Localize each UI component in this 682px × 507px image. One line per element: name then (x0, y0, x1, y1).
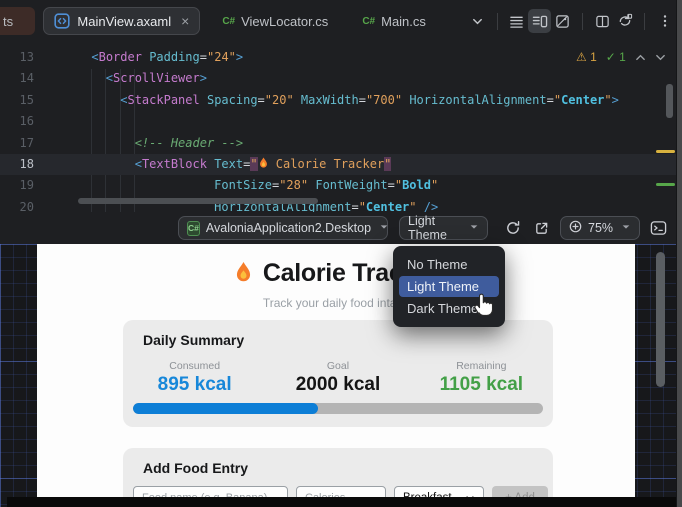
theme-name: Light Theme (408, 214, 447, 242)
code-line[interactable]: 14 <ScrollViewer> (0, 68, 676, 89)
line-number[interactable]: 20 (0, 197, 34, 212)
code-line[interactable]: 13 <Border Padding="24"> (0, 47, 676, 68)
code-line[interactable]: 19 FontSize="28" FontWeight="Bold" (0, 175, 676, 196)
stat-goal: Goal 2000 kcal (295, 360, 381, 395)
stat-consumed: Consumed 895 kcal (157, 360, 232, 395)
progress-fill (133, 403, 318, 414)
sync-sources-icon[interactable] (614, 9, 637, 33)
editor-only-view-icon[interactable] (506, 9, 529, 33)
summary-stats: Consumed 895 kcal Goal 2000 kcal Remaini… (123, 360, 553, 396)
code-line[interactable]: 15 <StackPanel Spacing="20" MaxWidth="70… (0, 90, 676, 111)
csharp-file-icon: C# (222, 15, 236, 27)
preview-vertical-scrollbar[interactable] (656, 252, 665, 387)
code-line[interactable]: 18 <TextBlock Text=" Calorie Tracker" (0, 153, 676, 176)
toolbar-divider (644, 12, 646, 30)
meal-select[interactable]: Breakfast (394, 486, 484, 497)
code-editor[interactable]: 13 <Border Padding="24"> 14 <ScrollViewer… (0, 42, 676, 212)
preview-toolbar: C# AvaloniaApplication2.Desktop Light Th… (0, 212, 676, 244)
tab-partial[interactable]: ts (0, 7, 36, 35)
food-name-input[interactable] (133, 486, 288, 497)
stat-remaining: Remaining 1105 kcal (439, 360, 524, 395)
inspection-widget[interactable]: ⚠ 1 ✓ 1 (576, 50, 666, 64)
csharp-file-icon: C# (362, 15, 376, 27)
terminal-icon[interactable] (648, 218, 668, 238)
daily-summary-title: Daily Summary (143, 332, 245, 348)
tab-viewlocator-cs[interactable]: C# ViewLocator.cs (214, 7, 336, 35)
tab-main-cs[interactable]: C# Main.cs (354, 7, 434, 35)
check-icon: ✓ 1 (605, 50, 626, 64)
line-number[interactable]: 15 (0, 90, 34, 111)
code-lines: 13 <Border Padding="24"> 14 <ScrollViewer… (0, 47, 676, 212)
chevron-down-icon (379, 221, 389, 235)
zoom-level: 75% (588, 221, 614, 235)
warning-icon: ⚠ 1 (576, 50, 597, 64)
toolbar-divider (496, 12, 498, 30)
csharp-project-icon: C# (187, 220, 200, 236)
app-title: Calorie Tracker (37, 259, 635, 288)
line-number[interactable]: 18 (0, 154, 34, 175)
line-number[interactable]: 19 (0, 175, 34, 196)
tab-label: ViewLocator.cs (241, 13, 329, 29)
next-problem-icon[interactable] (655, 52, 666, 63)
tab-mainview-axaml[interactable]: MainView.axaml × (43, 7, 201, 35)
code-line[interactable]: 17 <!-- Header --> (0, 133, 676, 154)
change-marker-warning[interactable] (656, 150, 675, 153)
chevron-down-icon (621, 221, 631, 235)
line-number[interactable]: 17 (0, 133, 34, 154)
xaml-file-icon (54, 13, 71, 29)
daily-summary-card: Daily Summary Consumed 895 kcal Goal 200… (123, 320, 553, 427)
tab-label: Main.cs (381, 13, 426, 29)
flame-icon (259, 157, 267, 168)
open-in-new-window-icon[interactable] (531, 218, 551, 238)
zoom-in-icon (569, 220, 582, 236)
split-editor-preview-icon[interactable] (528, 9, 552, 33)
add-food-title: Add Food Entry (143, 460, 248, 476)
toolbar-divider (581, 12, 583, 30)
window-right-edge (676, 0, 682, 507)
line-number[interactable]: 16 (0, 111, 34, 132)
vertical-scrollbar[interactable] (666, 84, 673, 118)
app-preview: Calorie Tracker Track your daily food in… (37, 244, 635, 497)
flame-icon (236, 262, 250, 282)
split-vertical-icon[interactable] (591, 9, 614, 33)
line-number[interactable]: 14 (0, 68, 34, 89)
close-icon[interactable]: × (181, 13, 189, 29)
refresh-preview-icon[interactable] (503, 218, 523, 238)
add-food-button[interactable]: + Add (492, 486, 548, 497)
project-name: AvaloniaApplication2.Desktop (205, 221, 372, 235)
change-marker-ok[interactable] (656, 183, 675, 186)
zoom-selector[interactable]: 75% (560, 216, 640, 240)
app-subtitle: Track your daily food intake (262, 296, 410, 310)
tab-label: MainView.axaml (77, 13, 172, 29)
prev-problem-icon[interactable] (635, 52, 646, 63)
add-food-card: Add Food Entry Breakfast + Add (123, 448, 553, 497)
designer-canvas: Calorie Tracker Track your daily food in… (0, 244, 676, 507)
chevron-down-icon (469, 221, 479, 235)
mouse-cursor-hand (474, 293, 494, 316)
code-line[interactable]: 16 (0, 111, 676, 132)
calories-input[interactable] (296, 486, 386, 497)
preview-only-icon[interactable] (551, 9, 574, 33)
tab-partial-label: ts (3, 13, 14, 29)
kebab-menu-icon[interactable] (653, 9, 676, 33)
horizontal-scrollbar[interactable] (78, 198, 318, 204)
calorie-progress-bar (133, 403, 543, 414)
editor-tab-bar: ts MainView.axaml × C# ViewLocator.cs C#… (0, 0, 676, 42)
theme-selector[interactable]: Light Theme (399, 214, 488, 242)
ide-window: ts MainView.axaml × C# ViewLocator.cs C#… (0, 0, 682, 507)
add-food-form: Breakfast + Add (133, 486, 548, 497)
project-selector[interactable]: C# AvaloniaApplication2.Desktop (178, 216, 388, 240)
window-bottom-edge (7, 497, 676, 507)
line-number[interactable]: 13 (0, 47, 34, 68)
theme-menu-item[interactable]: No Theme (399, 254, 499, 275)
tab-list-chevron-down-icon[interactable] (466, 9, 489, 33)
